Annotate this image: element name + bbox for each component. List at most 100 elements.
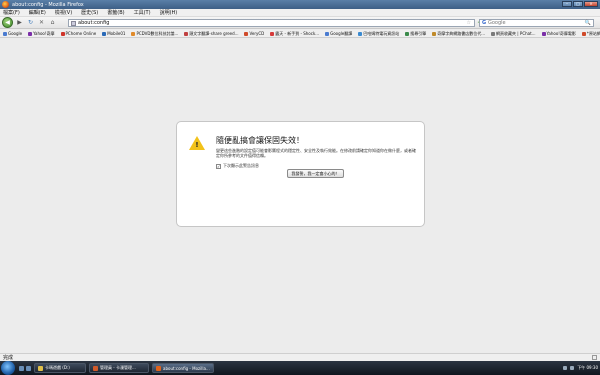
bookmark-favicon-icon	[581, 31, 586, 36]
minimize-button[interactable]: –	[562, 1, 572, 7]
taskbar-app-icon	[156, 365, 161, 371]
bookmark-item[interactable]: 奇摩字典網路書店數位代...	[432, 31, 485, 37]
bookmark-favicon-icon	[325, 31, 330, 36]
bookmark-item[interactable]: Google翻譯	[325, 31, 352, 37]
bookmark-label: PChome Online	[65, 31, 97, 36]
bookmark-item[interactable]: Mobile01	[102, 31, 125, 36]
bookmark-favicon-icon	[432, 31, 437, 36]
taskbar-item-label: about:config - Mozilla...	[163, 365, 210, 371]
firefox-icon	[2, 1, 9, 8]
url-input[interactable]: about:config	[78, 20, 109, 26]
bookmark-item[interactable]: 網頁收藏夾 | PChat...	[491, 30, 536, 37]
taskbar-item-label: 卡瑪遊戲 (D:)	[45, 365, 70, 370]
menu-bar: 檔案(F) 編輯(E) 檢視(V) 歷史(S) 書籤(B) 工具(T) 說明(H…	[0, 9, 600, 17]
menu-tools[interactable]: 工具(T)	[134, 9, 151, 16]
bookmark-favicon-icon	[270, 31, 275, 36]
page-favicon-icon	[71, 20, 76, 26]
bookmark-star-icon[interactable]: ☆	[467, 20, 471, 26]
bookmark-favicon-icon	[541, 31, 546, 36]
bookmark-favicon-icon	[3, 31, 7, 36]
reload-button[interactable]: ↻	[26, 18, 35, 27]
warning-dialog: ! 隨便亂搞會讓保固失效！ 變更這些進階的設定值可能會影響程式的穩定性、安全性及…	[176, 121, 425, 227]
search-engine-icon[interactable]: G	[481, 20, 487, 26]
dialog-title: 隨便亂搞會讓保固失效！	[216, 136, 304, 145]
title-bar: about:config - Mozilla Firefox – □ ×	[0, 0, 600, 9]
taskbar-app-icon	[38, 365, 43, 371]
bookmark-label: VeryCD	[249, 31, 265, 36]
bookmark-label: Google	[8, 31, 23, 36]
taskbar-items: 卡瑪遊戲 (D:) 管理員 - 卡漫管理... about:config - Moz…	[31, 363, 214, 373]
search-icon[interactable]: 🔍	[585, 20, 591, 26]
show-warning-label: 下次顯示此警告訊息	[223, 163, 259, 168]
status-bar: 完成	[0, 353, 600, 361]
bookmark-item[interactable]: PCDVD數位科技討論...	[131, 31, 178, 37]
close-button[interactable]: ×	[584, 1, 598, 7]
show-desktop-icon[interactable]	[19, 365, 24, 371]
menu-edit[interactable]: 編輯(E)	[29, 9, 46, 16]
taskbar-item[interactable]: about:config - Mozilla...	[152, 363, 214, 373]
taskbar-item[interactable]: 管理員 - 卡漫管理...	[89, 363, 149, 373]
bookmark-item[interactable]: VeryCD	[244, 31, 264, 36]
menu-history[interactable]: 歷史(S)	[81, 9, 98, 16]
clock[interactable]: 下午 09:30	[577, 365, 598, 371]
bookmark-item[interactable]: Google	[3, 31, 22, 36]
taskbar-item[interactable]: 卡瑪遊戲 (D:)	[34, 363, 86, 373]
bookmark-label: 搜尋引擎	[410, 30, 427, 36]
taskbar-item-label: 管理員 - 卡漫管理...	[100, 365, 136, 370]
bookmark-label: Google翻譯	[330, 30, 353, 36]
bookmark-favicon-icon	[358, 31, 363, 36]
navigation-bar: ◀ ▶ ↻ ✕ ⌂ about:config ☆ ➜ G Google 🔍	[0, 17, 600, 29]
volume-icon[interactable]	[570, 366, 575, 370]
show-warning-checkbox[interactable]: ✓	[216, 163, 221, 169]
promise-careful-button[interactable]: 我發誓，我一定會小心的！	[287, 169, 344, 178]
network-icon[interactable]	[563, 366, 568, 370]
back-button[interactable]: ◀	[2, 17, 13, 28]
quick-launch	[19, 365, 31, 371]
system-tray: 下午 09:30	[563, 363, 598, 373]
taskbar-app-icon	[93, 365, 98, 371]
bookmark-favicon-icon	[102, 31, 107, 36]
window-controls: – □ ×	[562, 1, 598, 7]
bookmark-item[interactable]: 露天 - 新手到 - Shock...	[270, 31, 319, 37]
bookmark-label: Mobile01	[107, 31, 126, 36]
bookmark-item[interactable]: *原站網	[581, 30, 600, 37]
menu-file[interactable]: 檔案(F)	[3, 9, 20, 16]
bookmark-favicon-icon	[405, 31, 410, 36]
bookmark-favicon-icon	[131, 31, 136, 36]
status-resize-icon	[592, 355, 597, 360]
bookmark-item[interactable]: 搜尋引擎	[405, 31, 426, 37]
show-warning-checkbox-row[interactable]: ✓ 下次顯示此警告訊息	[216, 163, 259, 169]
url-bar[interactable]: about:config ☆	[68, 19, 475, 27]
bookmark-label: Yahoo!奇摩	[33, 30, 55, 36]
bookmarks-toolbar: Google Yahoo!奇摩 PChome Online Mobile01 PCDVD…	[0, 30, 600, 38]
menu-view[interactable]: 檢視(V)	[55, 9, 72, 16]
window-title: about:config - Mozilla Firefox	[12, 1, 84, 8]
status-text: 完成	[3, 355, 14, 361]
bookmark-item[interactable]: PChome Online	[60, 31, 97, 36]
bookmark-favicon-icon	[28, 31, 33, 36]
bookmark-label: 網頁收藏夾 | PChat...	[496, 30, 536, 36]
bookmark-item[interactable]: 巴哈姆特電玩資訊站	[358, 31, 399, 37]
bookmark-label: 奇摩字典網路書店數位代...	[437, 30, 486, 36]
search-input[interactable]: Google	[488, 20, 506, 26]
bookmark-label: 頭文字翻譯-share greed...	[189, 30, 239, 36]
menu-bookmarks[interactable]: 書籤(B)	[107, 9, 124, 16]
warning-exclamation-icon: !	[195, 141, 199, 149]
stop-button[interactable]: ✕	[37, 18, 46, 27]
dialog-body: 變更這些進階的設定值可能會影響程式的穩定性、安全性及執行效能。在修改前請確定你知…	[216, 148, 416, 158]
bookmark-item[interactable]: Yahoo!奇摩	[28, 30, 55, 37]
bookmark-favicon-icon	[244, 31, 249, 36]
bookmark-item[interactable]: Yahoo!奇摩電影	[541, 30, 576, 37]
search-bar[interactable]: G Google 🔍	[479, 19, 594, 27]
home-button[interactable]: ⌂	[48, 18, 57, 27]
bookmark-label: Yahoo!奇摩電影	[546, 30, 576, 36]
bookmark-item[interactable]: 頭文字翻譯-share greed...	[184, 31, 238, 37]
forward-button[interactable]: ▶	[15, 18, 24, 27]
bookmark-favicon-icon	[60, 31, 65, 36]
bookmark-favicon-icon	[184, 31, 189, 36]
bookmark-label: *原站網	[586, 30, 600, 36]
maximize-button[interactable]: □	[573, 1, 583, 7]
start-button[interactable]	[1, 361, 15, 375]
menu-help[interactable]: 說明(H)	[160, 9, 178, 16]
bookmark-label: 巴哈姆特電玩資訊站	[363, 30, 400, 36]
